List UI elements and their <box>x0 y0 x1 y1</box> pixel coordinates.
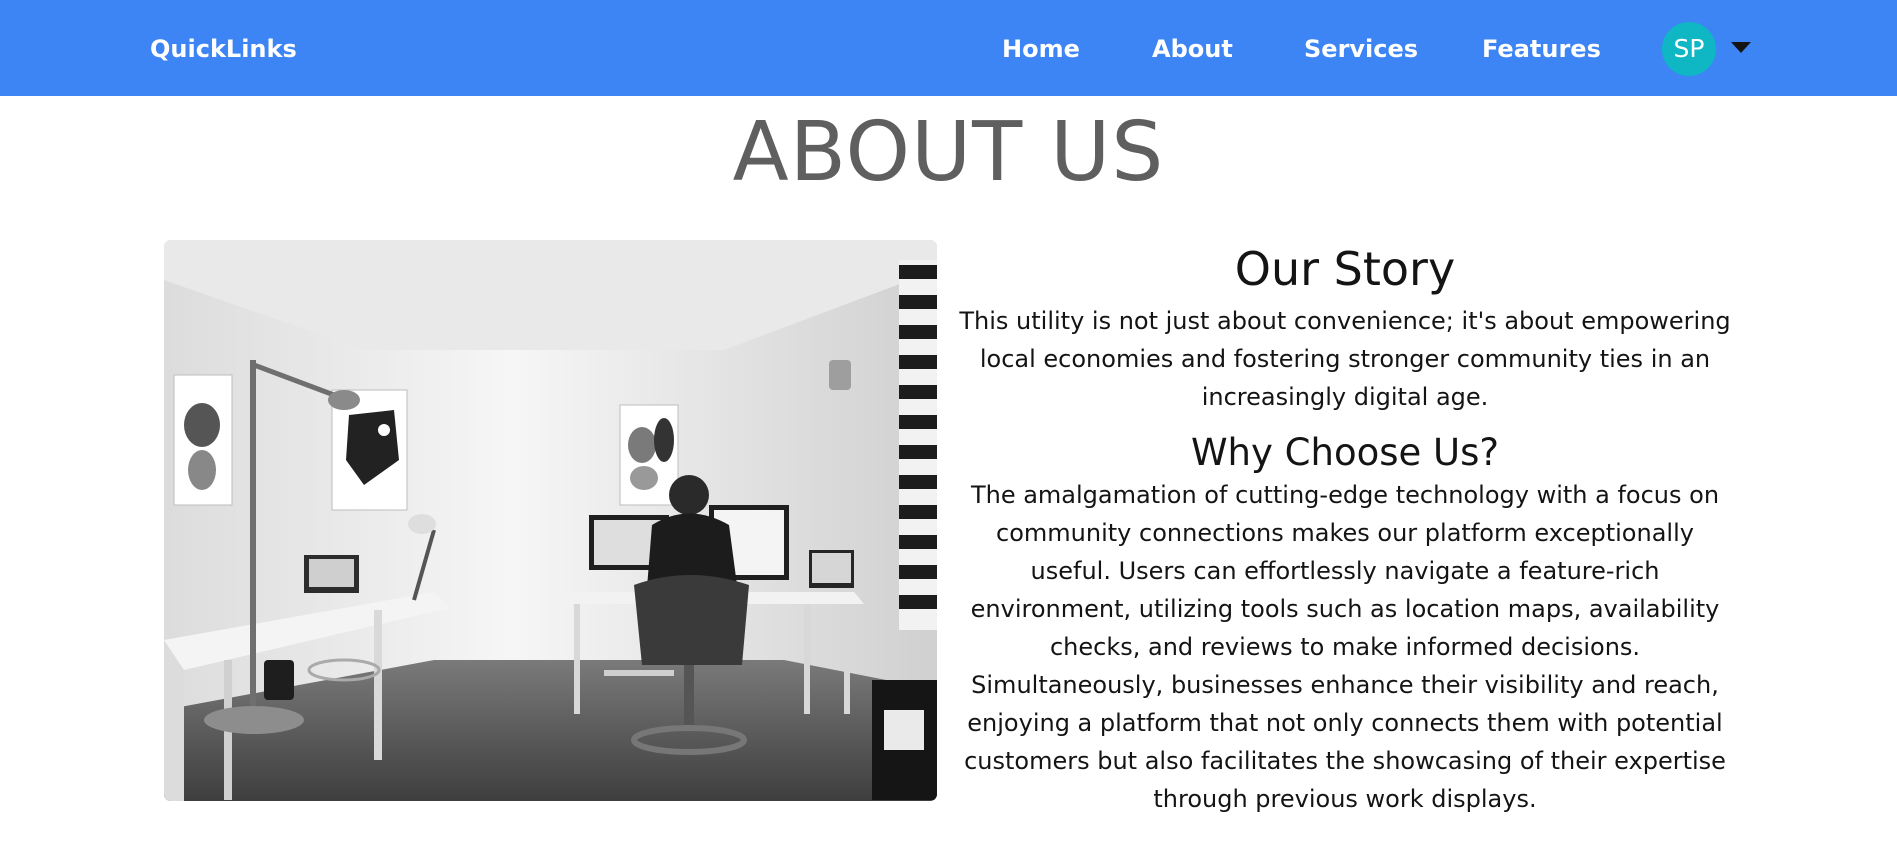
user-avatar[interactable]: SP <box>1662 22 1716 76</box>
page-title: ABOUT US <box>732 105 1165 200</box>
about-content: Our Story This utility is not just about… <box>955 236 1735 818</box>
brand-logo-link[interactable]: QuickLinks <box>150 33 297 65</box>
office-photo <box>164 240 937 801</box>
why-choose-us-text: The amalgamation of cutting-edge technol… <box>964 481 1726 813</box>
our-story-text: This utility is not just about convenien… <box>959 307 1731 411</box>
nav-link-features[interactable]: Features <box>1482 33 1601 65</box>
navbar: QuickLinks Home About Services Features … <box>0 0 1897 96</box>
nav-link-about[interactable]: About <box>1152 33 1233 65</box>
nav-link-services[interactable]: Services <box>1304 33 1418 65</box>
why-choose-us-heading: Why Choose Us? <box>1190 431 1500 474</box>
office-photo-illustration <box>164 240 937 801</box>
nav-link-home[interactable]: Home <box>1002 33 1080 65</box>
our-story-heading: Our Story <box>1234 242 1456 296</box>
window-blinds <box>899 260 937 630</box>
caret-down-icon[interactable] <box>1731 42 1751 53</box>
